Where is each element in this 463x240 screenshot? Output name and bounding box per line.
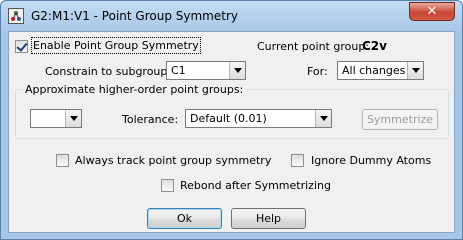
tolerance-label: Tolerance:	[122, 113, 179, 126]
for-label: For:	[307, 65, 328, 78]
current-point-group-label: Current point group:	[257, 40, 370, 53]
ok-button[interactable]: Ok	[147, 208, 222, 229]
ignore-dummy-label[interactable]: Ignore Dummy Atoms	[311, 154, 431, 167]
current-point-group-value: C2v	[362, 39, 387, 53]
close-icon: ✕	[426, 4, 438, 19]
enable-symmetry-label[interactable]: Enable Point Group Symmetry	[31, 37, 201, 54]
enable-symmetry-checkbox[interactable]	[15, 40, 28, 53]
chevron-down-icon[interactable]	[65, 110, 81, 127]
chevron-down-icon[interactable]	[229, 62, 245, 79]
constrain-subgroup-select[interactable]: C1	[166, 61, 246, 80]
rebond-label[interactable]: Rebond after Symmetrizing	[180, 179, 331, 192]
tolerance-select[interactable]: Default (0.01)	[185, 109, 332, 128]
rebond-checkbox[interactable]	[161, 179, 174, 192]
help-button[interactable]: Help	[231, 208, 306, 229]
chevron-down-icon[interactable]	[407, 62, 423, 79]
approx-group-select[interactable]	[30, 109, 82, 128]
tolerance-value: Default (0.01)	[190, 112, 267, 125]
approx-point-groups-label: Approximate higher-order point groups:	[23, 83, 246, 96]
for-select-value: All changes	[342, 64, 406, 77]
constrain-subgroup-value: C1	[171, 64, 186, 77]
ignore-dummy-checkbox[interactable]	[291, 154, 304, 167]
symmetrize-button[interactable]: Symmetrize	[362, 109, 438, 130]
app-icon	[8, 8, 24, 24]
for-select[interactable]: All changes	[337, 61, 424, 80]
chevron-down-icon[interactable]	[315, 110, 331, 127]
constrain-label: Constrain to subgroup:	[45, 65, 172, 78]
dialog-window: G2:M1:V1 - Point Group Symmetry ✕ Enable…	[0, 0, 463, 240]
always-track-label[interactable]: Always track point group symmetry	[75, 154, 271, 167]
window-title: G2:M1:V1 - Point Group Symmetry	[31, 9, 238, 23]
title-bar[interactable]: G2:M1:V1 - Point Group Symmetry ✕	[1, 1, 462, 31]
always-track-checkbox[interactable]	[56, 154, 69, 167]
dialog-body: Enable Point Group Symmetry Current poin…	[8, 31, 455, 233]
close-button[interactable]: ✕	[409, 2, 455, 21]
